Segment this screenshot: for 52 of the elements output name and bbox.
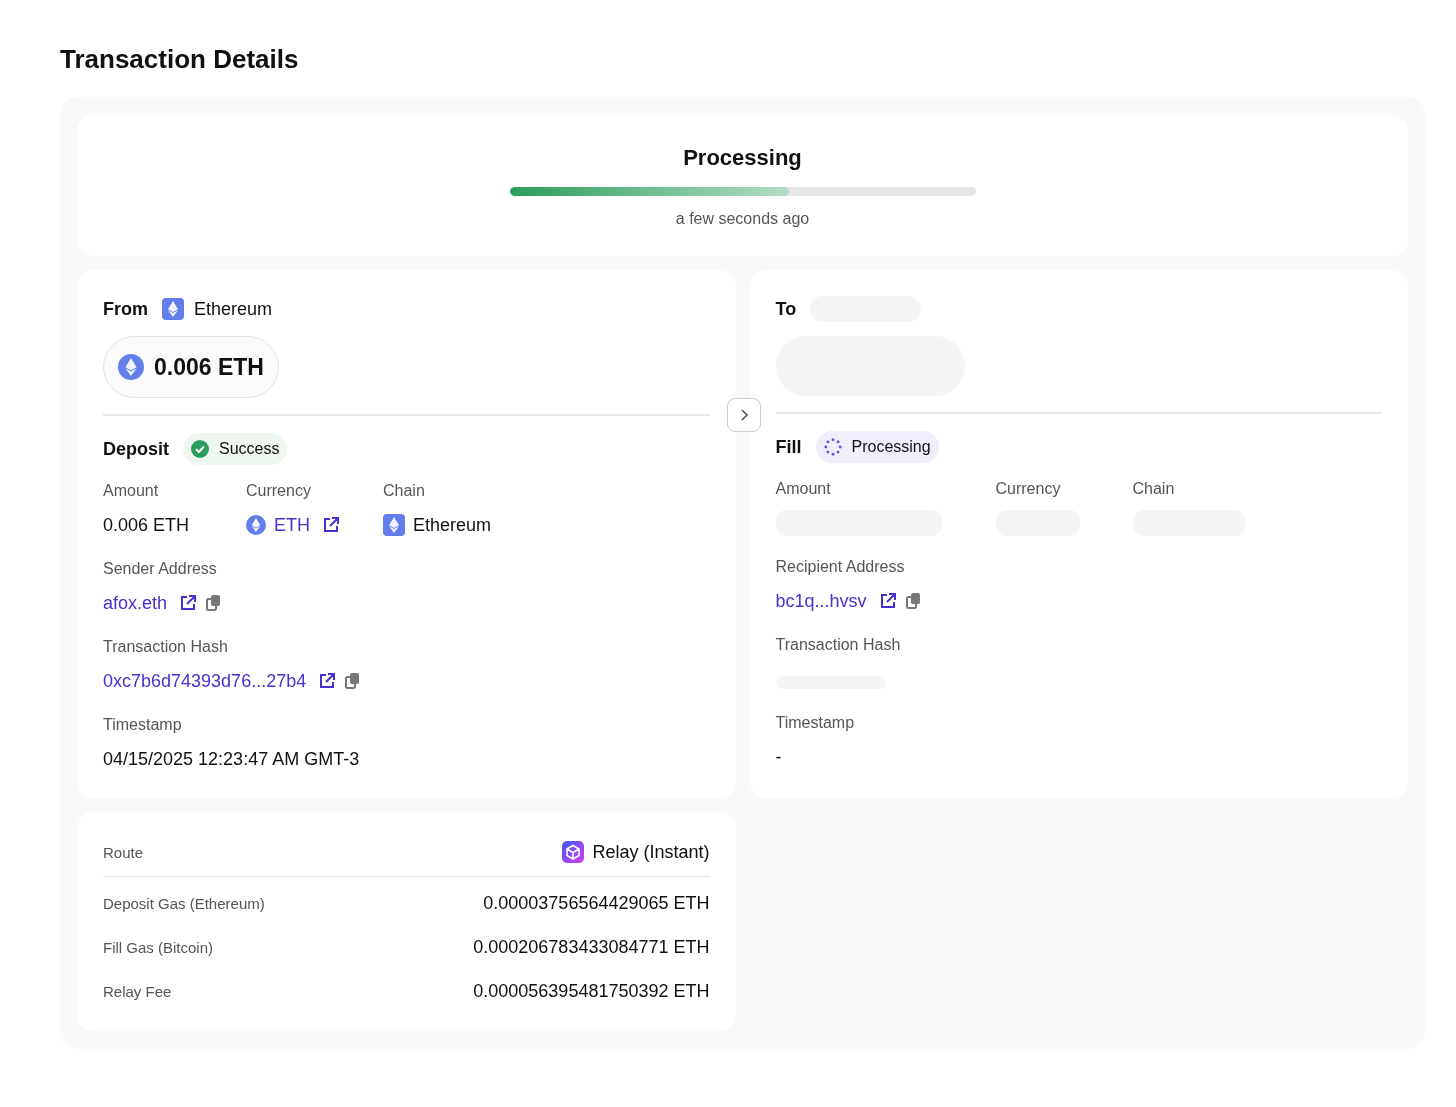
field-label: Transaction Hash [775,636,902,654]
field-value: 04/15/2025 12:23:47 AM GMT-3 [103,748,360,770]
route-label: Route [103,843,144,861]
external-link-icon[interactable] [322,516,340,534]
address-link[interactable]: bc1q...hvsv [775,590,867,612]
field-value: 0.006 ETH [103,514,190,536]
external-link-icon[interactable] [179,594,198,612]
deposit-label: Deposit [103,438,169,460]
field-label: Amount [775,480,832,498]
field-label: Currency [246,482,312,500]
fee-label: Deposit Gas (Ethereum) [103,894,265,912]
fee-label: Fill Gas (Bitcoin) [103,938,214,956]
status-badge: Success [183,433,288,465]
spinner-icon [823,438,842,456]
ethereum-icon [162,298,184,320]
field-label: Transaction Hash [103,638,229,656]
from-chain: Ethereum [194,298,273,320]
fill-label: Fill [775,436,802,458]
amount-pill: 0.006 ETH [103,336,279,398]
field-label: Recipient Address [775,558,906,576]
ethereum-coin-icon [118,354,144,380]
currency-link[interactable]: ETH [274,514,310,536]
status-badge: Processing [815,431,939,463]
fee-value: 0.000056395481750392 ETH [473,980,710,1002]
field-label: Currency [995,480,1062,498]
ethereum-icon [383,514,405,536]
page-title: Transaction Details [60,44,300,75]
fee-value: 0.000206783433084771 ETH [473,936,710,958]
status-time: a few seconds ago [675,210,810,228]
external-link-icon[interactable] [318,672,337,690]
address-link[interactable]: afox.eth [103,592,168,614]
check-icon [191,440,209,458]
fee-value: 0.00003756564429065 ETH [483,892,710,914]
status-title: Processing [683,145,802,171]
to-label: To [775,298,797,320]
field-label: Sender Address [103,560,218,578]
field-label: Chain [1132,480,1176,498]
field-label: Amount [103,482,160,500]
field-label: Chain [383,482,426,500]
external-link-icon[interactable] [878,592,897,610]
field-label: Timestamp [103,716,183,734]
ethereum-coin-icon [246,515,266,535]
field-value: Ethereum [413,514,492,536]
cube-icon [562,841,585,863]
fee-label: Relay Fee [103,982,172,1000]
field-value: - [775,746,782,768]
from-label: From [103,298,148,320]
field-label: Timestamp [775,714,856,732]
route-value: Relay (Instant) [592,841,710,863]
chevron-right-icon[interactable] [726,398,761,432]
copy-icon[interactable] [904,592,923,610]
address-link[interactable]: 0xc7b6d74393d76...27b4 [103,670,307,692]
